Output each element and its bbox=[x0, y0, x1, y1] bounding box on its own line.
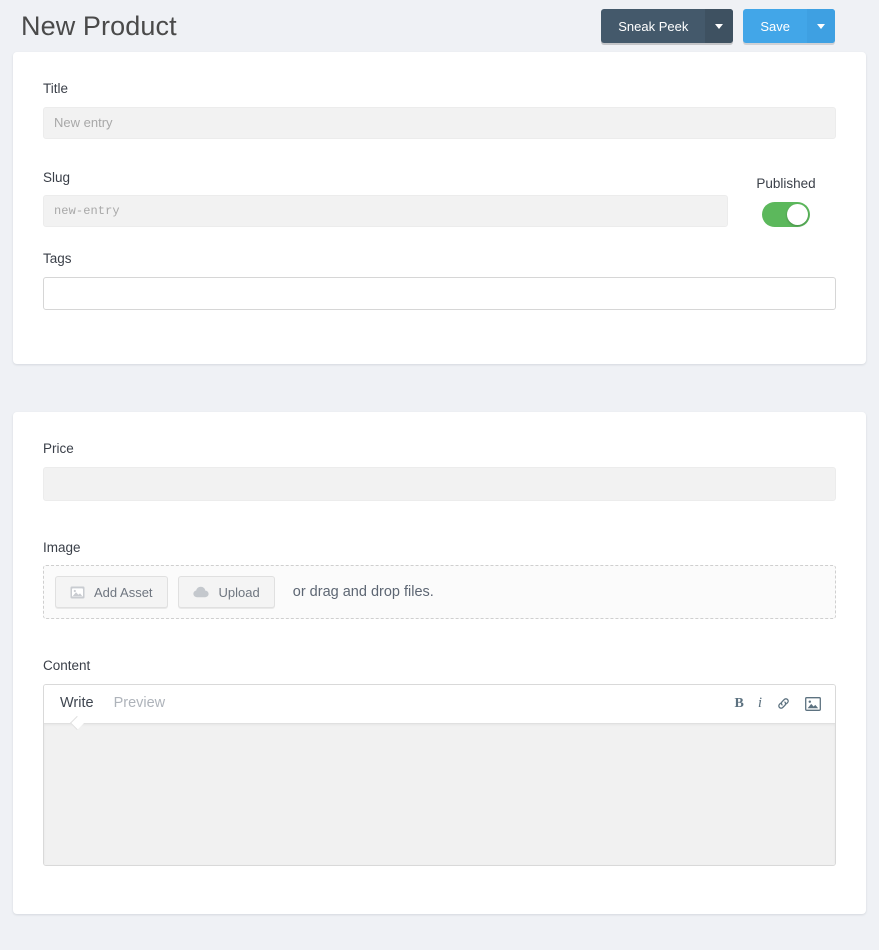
published-toggle-group: Published bbox=[736, 175, 836, 227]
slug-input[interactable]: new-entry bbox=[43, 195, 728, 227]
image-icon bbox=[70, 586, 85, 599]
slug-label: Slug bbox=[43, 169, 71, 185]
save-label: Save bbox=[760, 18, 790, 34]
page-header: New Product Sneak Peek Save bbox=[0, 0, 879, 52]
title-placeholder: New entry bbox=[54, 115, 113, 130]
tags-field-group: Tags bbox=[43, 252, 836, 310]
image-label: Image bbox=[43, 539, 81, 555]
editor-tools: B i bbox=[734, 696, 821, 711]
italic-icon[interactable]: i bbox=[758, 696, 762, 711]
content-label: Content bbox=[43, 658, 91, 673]
image-dropzone[interactable]: Add Asset Upload or drag and drop files. bbox=[43, 565, 836, 619]
save-button[interactable]: Save bbox=[743, 9, 835, 43]
tags-input[interactable] bbox=[43, 276, 836, 310]
tab-preview[interactable]: Preview bbox=[114, 696, 166, 711]
content-field-group: Content Write Preview B i bbox=[43, 659, 836, 866]
add-asset-label: Add Asset bbox=[94, 584, 153, 600]
header-actions: Sneak Peek Save bbox=[601, 9, 835, 43]
sneak-peek-label: Sneak Peek bbox=[618, 18, 689, 34]
sneak-peek-button[interactable]: Sneak Peek bbox=[601, 9, 734, 43]
image-icon[interactable] bbox=[805, 696, 821, 711]
page-title: New Product bbox=[21, 10, 177, 41]
title-input[interactable]: New entry bbox=[43, 106, 836, 139]
published-label: Published bbox=[756, 175, 816, 191]
published-toggle[interactable] bbox=[762, 202, 810, 227]
price-field-group: Price bbox=[43, 442, 836, 501]
slug-row: Slug new-entry Published bbox=[43, 169, 836, 227]
price-label: Price bbox=[43, 441, 74, 456]
drag-drop-text: or drag and drop files. bbox=[292, 584, 434, 600]
bold-icon[interactable]: B bbox=[734, 696, 743, 711]
main-fields-card: Title New entry Slug new-entry Published… bbox=[13, 52, 866, 364]
toggle-knob bbox=[787, 204, 808, 225]
slug-placeholder: new-entry bbox=[54, 204, 120, 218]
details-card: Price Image Add Asset Upload or drag and… bbox=[13, 412, 866, 914]
markdown-editor: Write Preview B i bbox=[43, 683, 836, 866]
save-chevron-down-icon[interactable] bbox=[807, 9, 835, 43]
tags-label: Tags bbox=[43, 251, 72, 266]
editor-toolbar: Write Preview B i bbox=[44, 684, 835, 724]
tab-write[interactable]: Write bbox=[60, 696, 94, 711]
upload-label: Upload bbox=[218, 584, 260, 600]
price-input[interactable] bbox=[43, 466, 836, 501]
cloud-upload-icon bbox=[192, 586, 210, 598]
add-asset-button[interactable]: Add Asset bbox=[55, 576, 168, 608]
image-field-group: Image Add Asset Upload or drag and drop … bbox=[43, 539, 836, 619]
sneak-peek-chevron-down-icon[interactable] bbox=[705, 9, 734, 43]
slug-field-group: Slug new-entry bbox=[43, 169, 728, 227]
content-textarea[interactable] bbox=[44, 723, 835, 865]
title-label: Title bbox=[43, 81, 69, 96]
title-field-group: Title New entry bbox=[43, 82, 836, 139]
link-icon[interactable] bbox=[776, 696, 791, 711]
upload-button[interactable]: Upload bbox=[177, 576, 275, 608]
